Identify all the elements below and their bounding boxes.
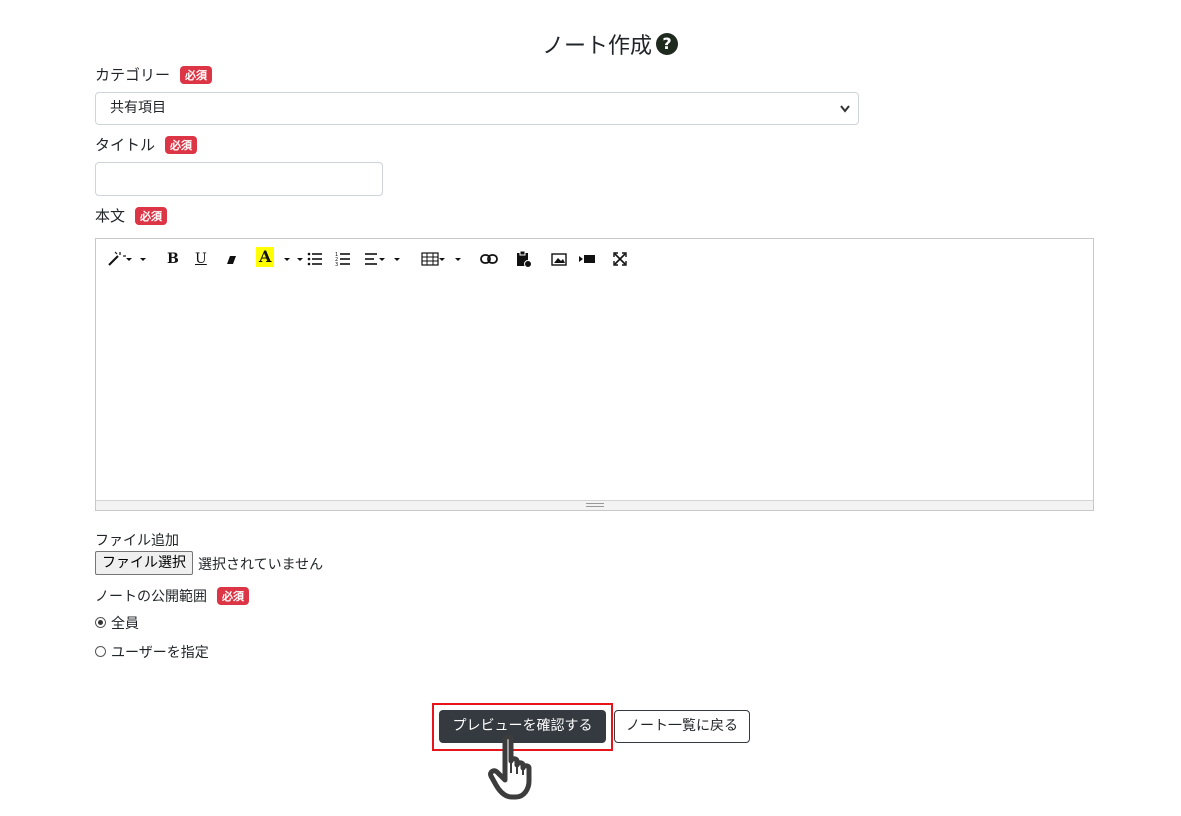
required-badge: 必須 [135, 207, 168, 225]
required-badge: 必須 [217, 587, 249, 605]
body-label: 本文 必須 [95, 205, 168, 226]
fullscreen-icon[interactable] [613, 249, 627, 275]
radio-label: 全員 [111, 616, 139, 632]
editor-toolbar: B U A 1 2 3 [96, 239, 1093, 279]
table-icon[interactable] [421, 249, 463, 275]
eraser-icon[interactable] [224, 249, 238, 275]
underline-icon[interactable]: U [195, 249, 207, 269]
visibility-label: ノートの公開範囲 必須 [95, 586, 249, 606]
title-label: タイトル 必須 [95, 134, 198, 155]
rich-text-editor[interactable]: B U A 1 2 3 [95, 238, 1094, 511]
unordered-list-icon[interactable] [307, 249, 323, 275]
category-label: カテゴリー 必須 [95, 64, 213, 85]
magic-wand-icon[interactable] [106, 249, 148, 275]
paste-icon[interactable] [516, 249, 532, 275]
title-label-text: タイトル [95, 136, 156, 154]
title-input[interactable] [95, 162, 383, 196]
ordered-list-icon[interactable]: 1 2 3 [335, 249, 351, 275]
radio-unchecked[interactable] [95, 646, 106, 657]
page-title-text: ノート作成 [541, 34, 652, 59]
radio-label: ユーザーを指定 [111, 645, 209, 661]
chevron-down-icon[interactable] [282, 249, 304, 275]
grip-icon [585, 503, 604, 507]
radio-option-specify-users[interactable]: ユーザーを指定 [95, 642, 209, 662]
editor-content-area[interactable] [96, 279, 1093, 500]
editor-resize-handle[interactable] [96, 500, 1093, 510]
svg-text:3: 3 [335, 262, 338, 268]
bold-icon[interactable]: B [167, 249, 179, 269]
category-label-text: カテゴリー [95, 66, 171, 84]
align-icon[interactable] [364, 249, 406, 275]
file-label: ファイル追加 [95, 533, 179, 549]
required-badge: 必須 [180, 66, 213, 84]
radio-option-all[interactable]: 全員 [95, 613, 139, 633]
page-title: ノート作成? [0, 28, 1181, 60]
category-selected-value: 共有項目 [110, 100, 166, 116]
hand-cursor-icon [486, 734, 546, 805]
image-icon[interactable] [551, 249, 567, 275]
body-label-text: 本文 [95, 207, 126, 225]
visibility-label-text: ノートの公開範囲 [95, 589, 207, 605]
required-badge: 必須 [165, 136, 198, 154]
help-icon[interactable]: ? [656, 33, 678, 55]
video-icon[interactable] [578, 249, 596, 275]
font-color-letter: A [256, 247, 275, 267]
chevron-down-icon [840, 93, 850, 136]
font-color-icon[interactable]: A [256, 247, 275, 268]
file-select-button[interactable]: ファイル選択 [95, 551, 193, 575]
file-status: 選択されていません [198, 557, 324, 573]
category-select[interactable]: 共有項目 [95, 92, 859, 125]
link-icon[interactable] [480, 249, 498, 275]
back-to-list-button[interactable]: ノート一覧に戻る [614, 710, 750, 743]
radio-checked[interactable] [95, 617, 106, 628]
